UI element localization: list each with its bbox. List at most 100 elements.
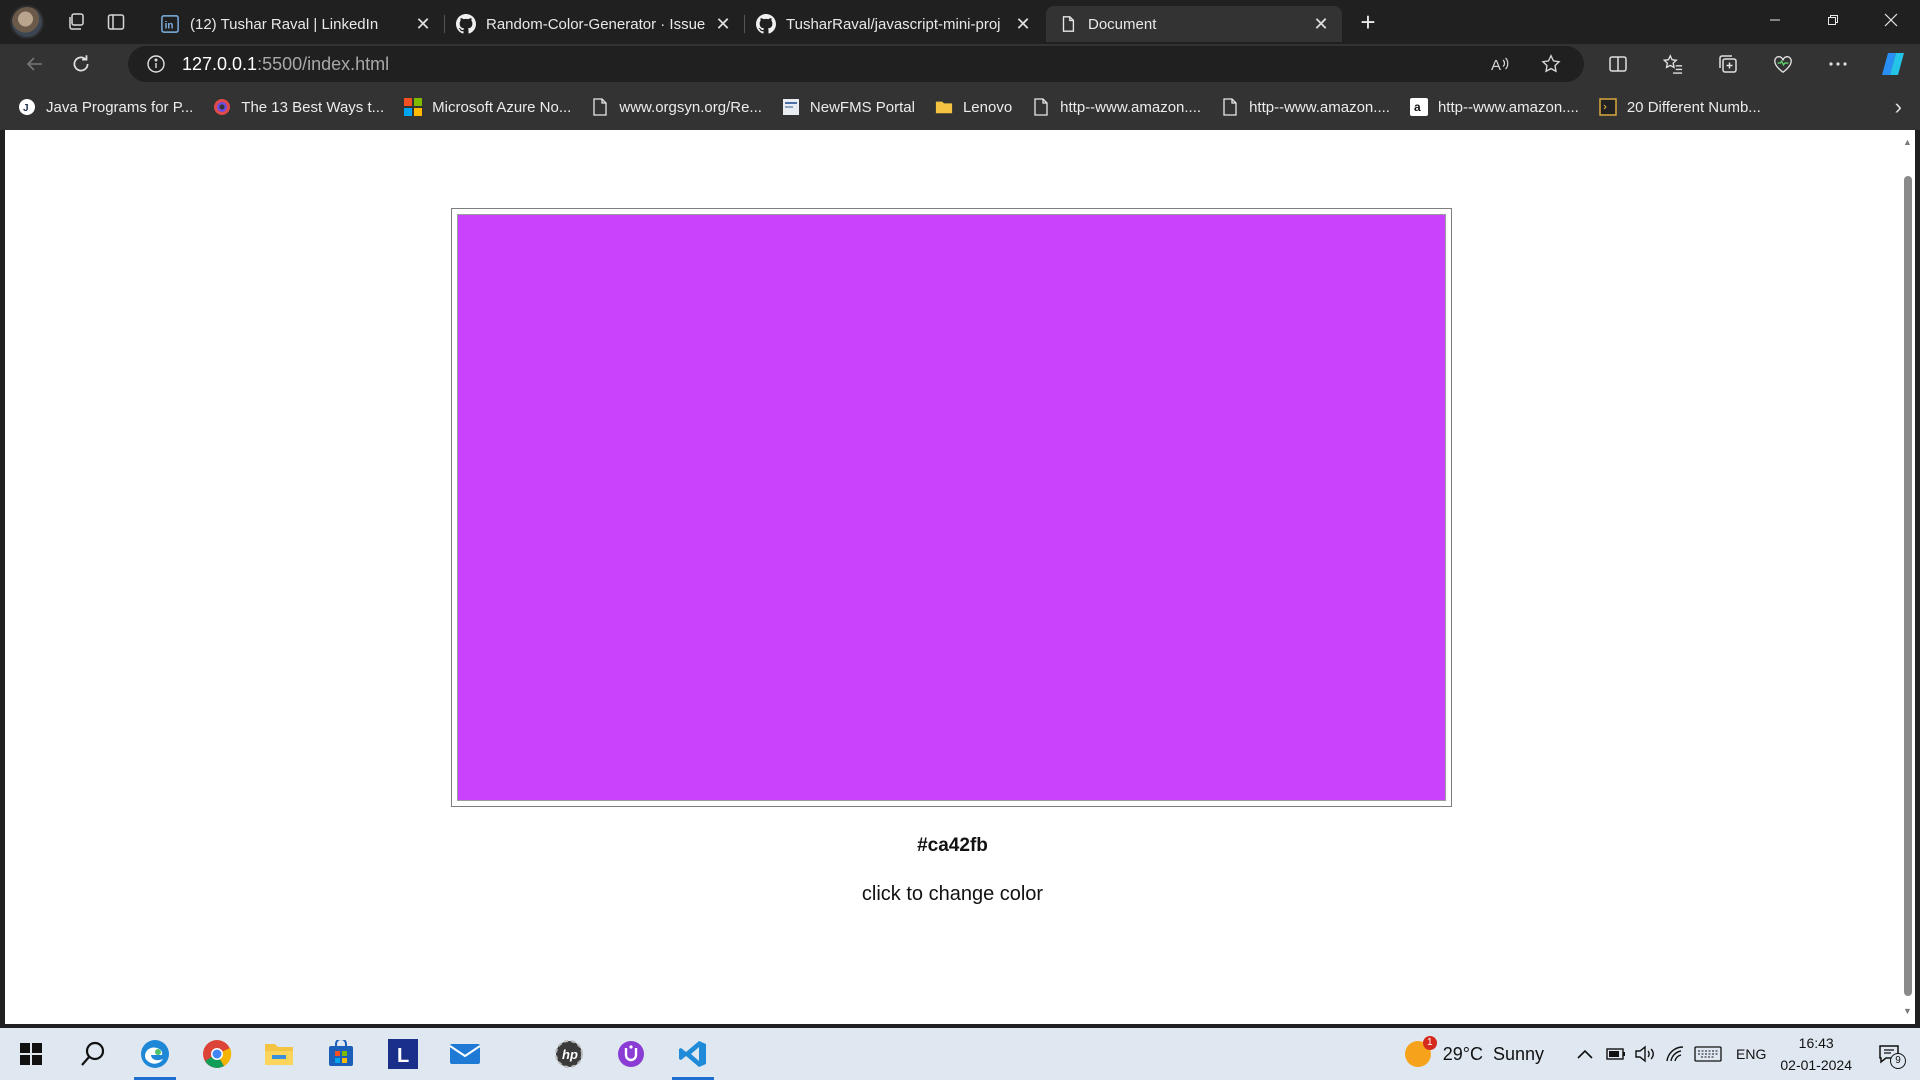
url-path: :5500/index.html — [257, 53, 390, 74]
search-icon[interactable] — [62, 1028, 124, 1080]
favorite-label: http--www.amazon.... — [1060, 98, 1202, 116]
favorites-icon[interactable] — [1645, 44, 1700, 84]
close-window-icon[interactable] — [1862, 0, 1920, 40]
sun-icon: 1 — [1404, 1036, 1437, 1067]
collections-icon[interactable] — [1700, 44, 1755, 84]
favorite-item[interactable]: http--www.amazon.... — [1221, 92, 1390, 122]
favorite-item[interactable]: 20 Different Numb... — [1599, 92, 1761, 122]
favorites-bar: J Java Programs for P... The 13 Best Way… — [0, 84, 1920, 130]
new-tab-button[interactable]: + — [1346, 4, 1390, 40]
system-tray: 1 29°C Sunny ENG 16:43 02-01-2024 9 — [1404, 1028, 1920, 1080]
tab-strip: in (12) Tushar Raval | LinkedIn ✕ Random… — [0, 0, 1920, 44]
notification-count: 9 — [1890, 1053, 1906, 1069]
page-icon — [591, 98, 609, 116]
color-display-box[interactable] — [457, 214, 1446, 801]
windows-start-icon[interactable] — [0, 1028, 62, 1080]
browser-toolbar: 127.0.0.1:5500/index.html A — [0, 44, 1920, 84]
site-info-icon[interactable] — [136, 54, 176, 74]
copilot-icon[interactable] — [1865, 44, 1920, 84]
page-icon — [1221, 98, 1239, 116]
battery-icon[interactable] — [1600, 1047, 1630, 1061]
window-controls — [1746, 0, 1920, 40]
weather-badge: 1 — [1422, 1036, 1437, 1050]
favorite-item[interactable]: Microsoft Azure No... — [404, 92, 571, 122]
language-indicator[interactable]: ENG — [1736, 1046, 1766, 1062]
close-tab-icon[interactable]: ✕ — [712, 13, 734, 35]
github-icon — [456, 14, 476, 34]
code-icon — [1599, 98, 1617, 116]
page-viewport: #ca42fb click to change color — [5, 130, 1900, 1024]
favorite-item[interactable]: Lenovo — [935, 92, 1012, 122]
clock-date: 02-01-2024 — [1780, 1057, 1852, 1073]
close-tab-icon[interactable]: ✕ — [412, 13, 434, 35]
tab-document[interactable]: Document ✕ — [1046, 6, 1342, 42]
toolbar-actions — [1590, 44, 1920, 84]
url-text[interactable]: 127.0.0.1:5500/index.html — [182, 54, 389, 75]
tab-random-color-issue[interactable]: Random-Color-Generator · Issue ✕ — [444, 6, 745, 42]
java-icon: J — [18, 98, 36, 116]
minimize-icon[interactable] — [1746, 0, 1804, 40]
amazon-icon: a — [1409, 98, 1428, 116]
split-screen-icon[interactable] — [1590, 44, 1645, 84]
keyboard-icon[interactable] — [1690, 1046, 1726, 1062]
back-arrow-icon[interactable] — [12, 46, 58, 82]
more-options-icon[interactable] — [1810, 44, 1865, 84]
vscode-icon[interactable] — [662, 1028, 724, 1080]
favorite-label: http--www.amazon.... — [1249, 98, 1390, 116]
tab-javascript-mini-projects[interactable]: TusharRaval/javascript-mini-proj ✕ — [744, 6, 1044, 42]
mail-icon[interactable] — [434, 1028, 496, 1080]
wifi-icon[interactable] — [1660, 1045, 1690, 1063]
favorite-label: Java Programs for P... — [46, 98, 194, 116]
color-container[interactable] — [451, 208, 1452, 807]
svg-text:L: L — [397, 1045, 409, 1067]
microsoft-store-icon[interactable] — [310, 1028, 372, 1080]
read-aloud-icon[interactable]: A — [1476, 46, 1526, 82]
tab-linkedin[interactable]: in (12) Tushar Raval | LinkedIn ✕ — [148, 6, 445, 42]
notification-icon[interactable]: 9 — [1874, 1039, 1906, 1069]
edge-icon[interactable] — [124, 1028, 186, 1080]
favorite-item[interactable]: http--www.amazon.... — [1032, 92, 1201, 122]
browser-essentials-icon[interactable] — [1755, 44, 1810, 84]
tab-title: (12) Tushar Raval | LinkedIn — [190, 15, 379, 33]
close-tab-icon[interactable]: ✕ — [1012, 13, 1034, 35]
hp-icon[interactable]: hp — [538, 1028, 600, 1080]
chrome-icon[interactable] — [186, 1028, 248, 1080]
favorite-item[interactable]: The 13 Best Ways t... — [213, 92, 384, 122]
favorite-item[interactable]: J Java Programs for P... — [18, 92, 193, 122]
scrollbar-thumb[interactable] — [1904, 176, 1912, 996]
close-tab-icon[interactable]: ✕ — [1310, 13, 1332, 35]
favorite-star-icon[interactable] — [1526, 46, 1576, 82]
volume-icon[interactable] — [1630, 1045, 1660, 1063]
chevron-up-icon[interactable] — [1570, 1049, 1600, 1059]
favorite-label: Lenovo — [962, 98, 1013, 116]
windows-taskbar: L hp 1 29°C Sunny ENG 16:43 02-01-2024 9 — [0, 1028, 1920, 1080]
vertical-scrollbar[interactable]: ▲ ▼ — [1900, 130, 1915, 1024]
chevron-right-icon[interactable]: › — [1895, 94, 1902, 120]
linkedin-icon: in — [160, 14, 180, 34]
tab-title: TusharRaval/javascript-mini-proj — [786, 15, 1001, 33]
file-explorer-icon[interactable] — [248, 1028, 310, 1080]
github-icon — [756, 14, 776, 34]
portal-icon — [782, 98, 800, 116]
tab-actions-icon[interactable] — [96, 4, 136, 40]
svg-text:hp: hp — [562, 1047, 578, 1062]
favorite-item[interactable]: NewFMS Portal — [782, 92, 915, 122]
address-bar[interactable]: 127.0.0.1:5500/index.html A — [128, 46, 1584, 82]
restore-icon[interactable] — [1804, 0, 1862, 40]
refresh-icon[interactable] — [58, 46, 104, 82]
lenovo-l-icon[interactable]: L — [372, 1028, 434, 1080]
weather-widget[interactable]: 1 29°C Sunny — [1404, 1036, 1544, 1067]
profile-avatar[interactable] — [10, 5, 44, 39]
favorite-label: NewFMS Portal — [809, 98, 915, 116]
favorite-label: http--www.amazon.... — [1437, 98, 1579, 116]
folder-icon — [935, 98, 953, 116]
url-host: 127.0.0.1 — [182, 53, 258, 74]
workspaces-icon[interactable] — [56, 4, 96, 40]
hex-code-label: #ca42fb — [917, 835, 988, 856]
clock[interactable]: 16:43 02-01-2024 — [1780, 1032, 1852, 1076]
scroll-down-arrow-icon[interactable]: ▼ — [1903, 1007, 1912, 1016]
favorite-item[interactable]: a http--www.amazon.... — [1409, 92, 1579, 122]
scroll-up-arrow-icon[interactable]: ▲ — [1903, 138, 1912, 147]
upwork-icon[interactable] — [600, 1028, 662, 1080]
favorite-item[interactable]: www.orgsyn.org/Re... — [591, 92, 762, 122]
